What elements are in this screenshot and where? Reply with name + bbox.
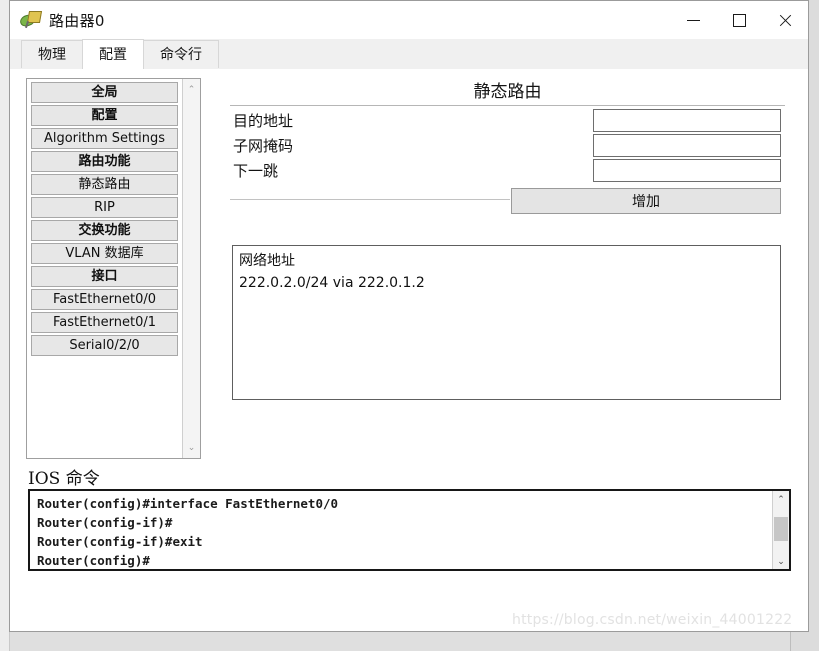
console-line: Router(config)#interface FastEthernet0/0 (37, 496, 339, 511)
sidebar-item-interface[interactable]: 接口 (31, 266, 178, 287)
sidebar-item-routing[interactable]: 路由功能 (31, 151, 178, 172)
sidebar-item-serial0-2-0[interactable]: Serial0/2/0 (31, 335, 178, 356)
config-content: 全局 配置 Algorithm Settings 路由功能 静态路由 RIP 交… (10, 69, 808, 631)
window-title: 路由器0 (49, 11, 105, 30)
tab-config[interactable]: 配置 (82, 39, 144, 69)
watermark: https://blog.csdn.net/weixin_44001222 (512, 612, 793, 628)
tab-physical[interactable]: 物理 (21, 40, 83, 69)
sidebar-item-vlan-database[interactable]: VLAN 数据库 (31, 243, 178, 264)
network-list-header: 网络地址 (239, 253, 295, 269)
label-next-hop: 下一跳 (233, 162, 279, 180)
chevron-down-icon[interactable]: ⌄ (183, 439, 200, 456)
form-divider (230, 199, 510, 200)
console-scrollbar[interactable]: ⌃ ⌄ (772, 491, 789, 569)
network-address-list[interactable]: 网络地址 222.0.2.0/24 via 222.0.1.2 (232, 245, 781, 400)
sidebar-list: 全局 配置 Algorithm Settings 路由功能 静态路由 RIP 交… (27, 79, 182, 458)
ios-command-console[interactable]: Router(config)#interface FastEthernet0/0… (28, 489, 791, 571)
sidebar-item-settings[interactable]: 配置 (31, 105, 178, 126)
destination-address-input[interactable] (593, 109, 781, 132)
config-sidebar: 全局 配置 Algorithm Settings 路由功能 静态路由 RIP 交… (26, 78, 201, 459)
chevron-up-icon[interactable]: ⌃ (183, 81, 200, 98)
console-output: Router(config)#interface FastEthernet0/0… (30, 491, 772, 569)
label-subnet-mask: 子网掩码 (233, 137, 294, 155)
chevron-up-icon[interactable]: ⌃ (773, 491, 789, 507)
console-line: Router(config)# (37, 553, 150, 568)
sidebar-scrollbar[interactable]: ⌃ ⌄ (182, 79, 200, 458)
close-button[interactable] (762, 1, 808, 39)
sidebar-item-rip[interactable]: RIP (31, 197, 178, 218)
console-line: Router(config-if)#exit (37, 534, 203, 549)
router-icon (18, 11, 43, 29)
sidebar-item-static-route[interactable]: 静态路由 (31, 174, 178, 195)
minimize-icon (686, 19, 700, 21)
tab-cli[interactable]: 命令行 (143, 40, 219, 69)
label-destination-address: 目的地址 (233, 112, 294, 130)
sidebar-item-fastethernet0-1[interactable]: FastEthernet0/1 (31, 312, 178, 333)
add-route-button[interactable]: 增加 (511, 188, 781, 214)
sidebar-item-algorithm-settings[interactable]: Algorithm Settings (31, 128, 178, 149)
sidebar-item-switching[interactable]: 交换功能 (31, 220, 178, 241)
sidebar-item-global[interactable]: 全局 (31, 82, 178, 103)
tab-bar: 物理 配置 命令行 (10, 39, 808, 69)
panel-title: 静态路由 (473, 82, 542, 102)
minimize-button[interactable] (670, 1, 716, 39)
console-line: Router(config-if)# (37, 515, 173, 530)
list-item[interactable]: 222.0.2.0/24 via 222.0.1.2 (239, 273, 774, 293)
scrollbar-thumb[interactable] (774, 517, 788, 541)
window-controls (670, 1, 808, 39)
maximize-icon (732, 13, 746, 27)
chevron-down-icon[interactable]: ⌄ (773, 553, 789, 569)
ios-command-label: IOS 命令 (28, 469, 100, 489)
router-config-window: 路由器0 物理 配置 命令行 全局 配置 Algorithm Settings … (9, 0, 809, 632)
title-divider (230, 105, 785, 106)
subnet-mask-input[interactable] (593, 134, 781, 157)
maximize-button[interactable] (716, 1, 762, 39)
next-hop-input[interactable] (593, 159, 781, 182)
close-icon (779, 14, 792, 27)
title-bar: 路由器0 (10, 1, 808, 39)
sidebar-item-fastethernet0-0[interactable]: FastEthernet0/0 (31, 289, 178, 310)
